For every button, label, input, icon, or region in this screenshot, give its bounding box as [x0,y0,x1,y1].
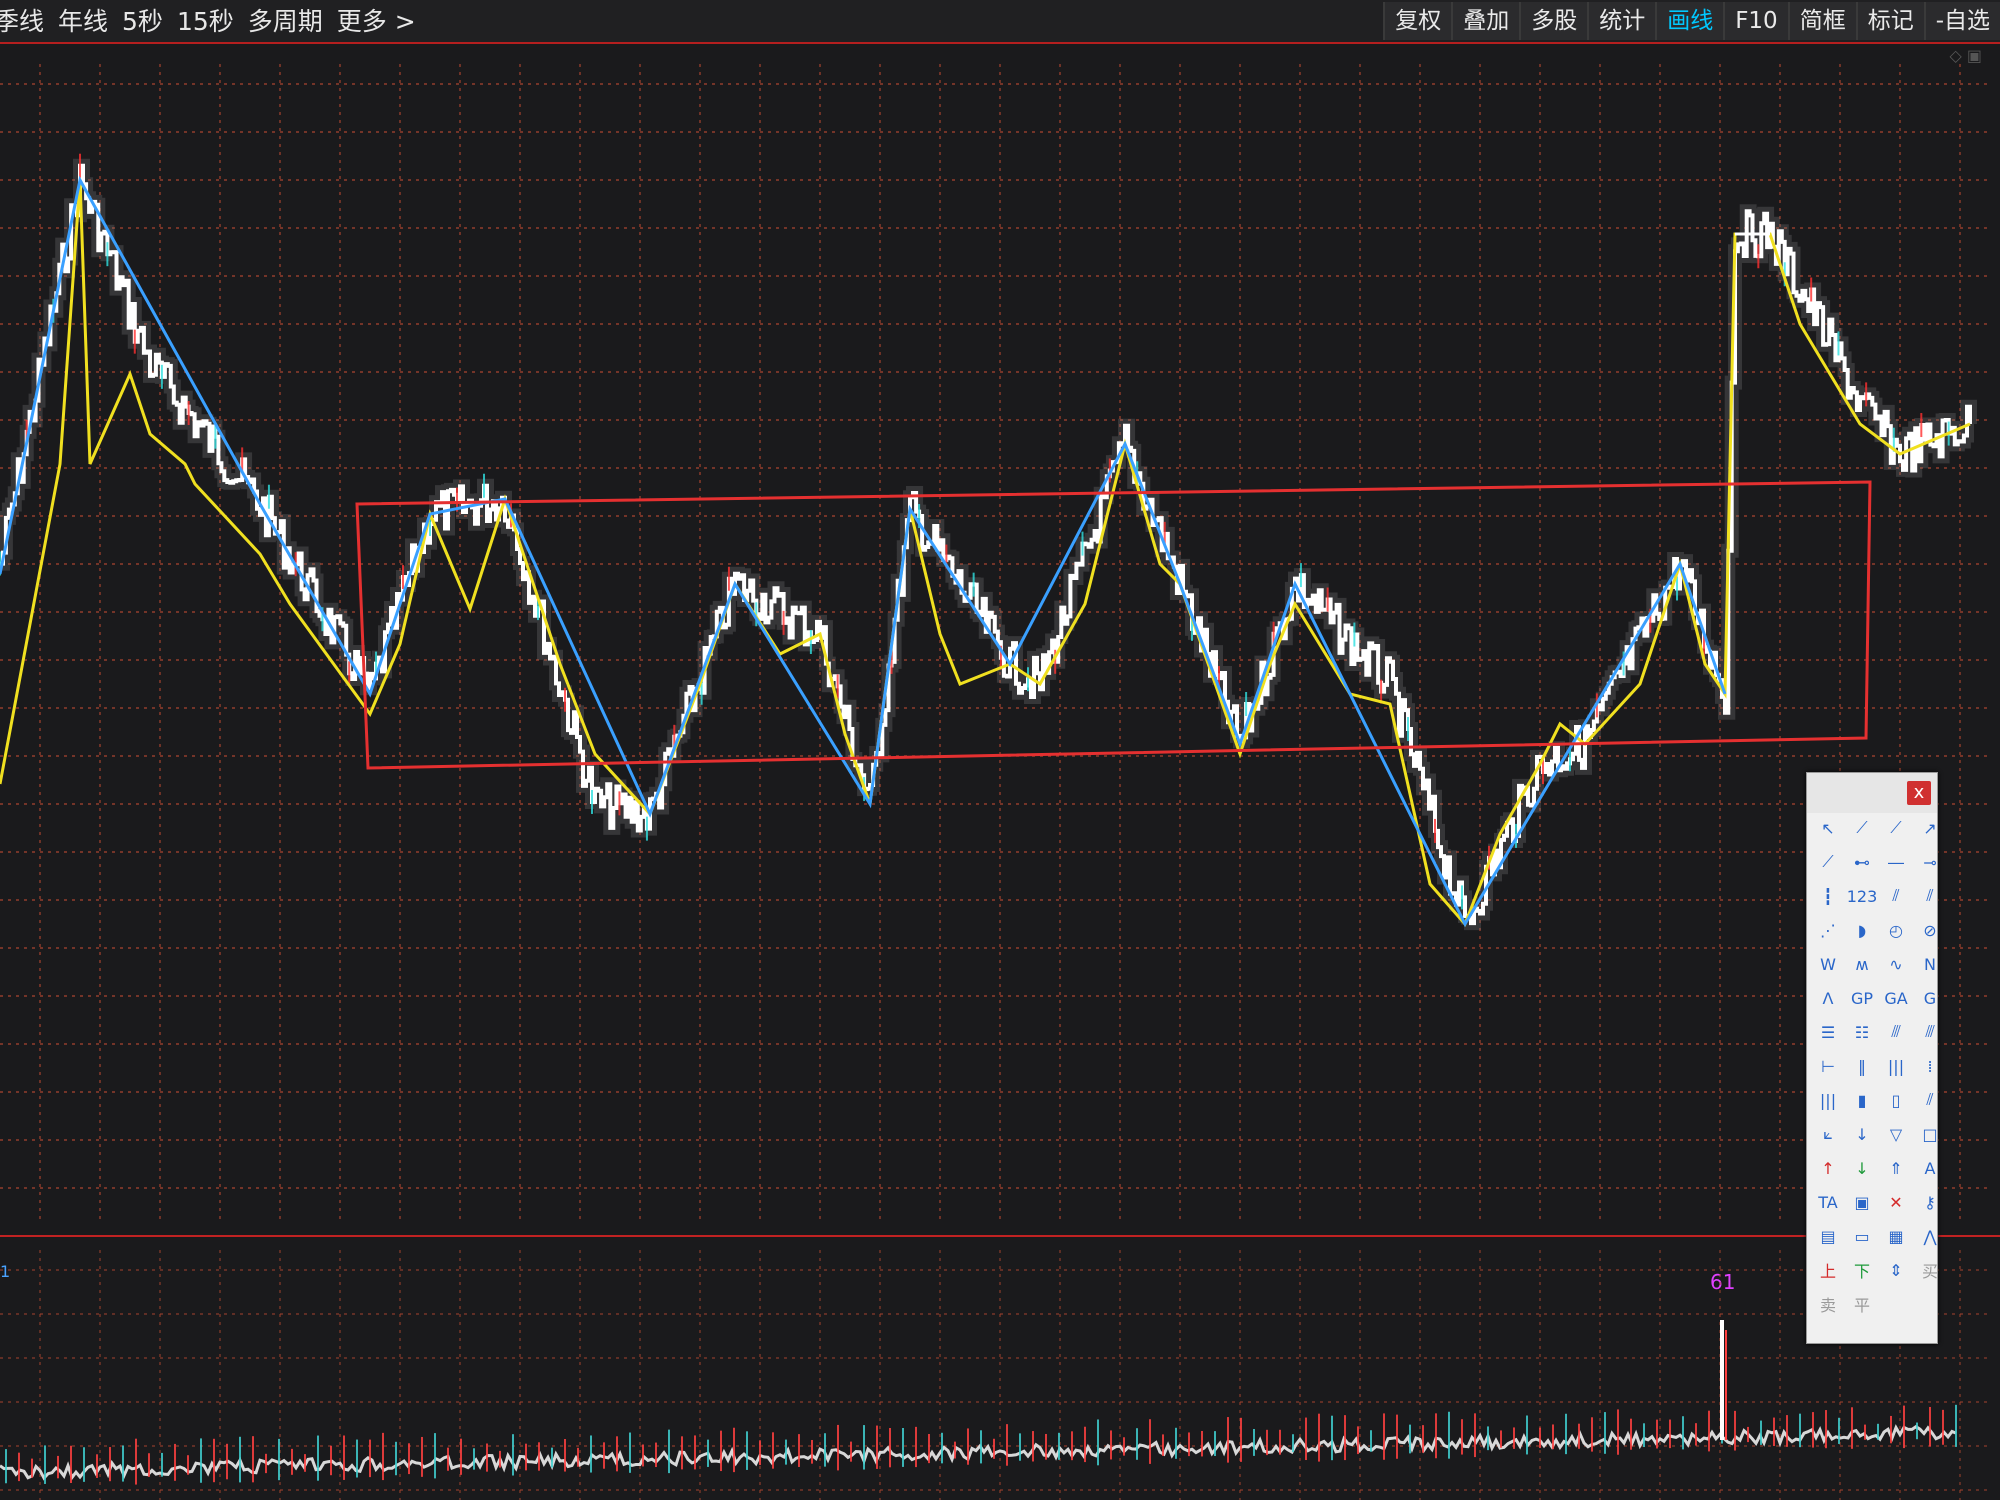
arc-tool[interactable]: ◗ [1847,915,1877,945]
image-tool[interactable]: ▦ [1881,1221,1911,1251]
triangle-tool[interactable]: ▽ [1881,1119,1911,1149]
drawing-tools-grid: ↖ ⟋ ⟋ ↗ ⟋ ⊷ ― ⊸ ┇ 123 ⫽ ⫽ ⋰ ◗ ◴ ⊘ Wʍ ∿ N Λ GP GA G ☰ ☷ ⫻ ⫻ ⊢ ‖ ||| ⁞ ||… [1807,813,1938,1323]
period-tab-more[interactable]: 更多 > [337,6,430,38]
down-label-tool[interactable]: 下 [1847,1255,1877,1285]
range-tool[interactable]: ⊢ [1813,1051,1843,1081]
circle-tool[interactable]: ◴ [1881,915,1911,945]
overlay-button[interactable]: 叠加 [1451,2,1520,40]
arc-line-tool[interactable]: ⋰ [1813,915,1843,945]
wave-a-tool[interactable]: Λ [1813,983,1843,1013]
fib-fan-tool[interactable]: ⫻ [1881,1017,1911,1047]
delete-tool[interactable]: ✕ [1881,1187,1911,1217]
flat-label-tool[interactable]: 平 [1847,1289,1877,1319]
buy-label-tool[interactable]: 买 [1915,1255,1945,1285]
fib-retracement-tool[interactable]: ☰ [1813,1017,1843,1047]
price-line-glow [0,158,1977,931]
gann-fan-tool[interactable]: GP [1847,983,1877,1013]
line-tool[interactable]: ⟋ [1881,813,1911,843]
multi-stock-button[interactable]: 多股 [1519,2,1588,40]
peak-tool[interactable]: ⋀ [1915,1221,1945,1251]
period-tab-quarter[interactable]: 季线 [0,6,58,38]
wave-n-tool[interactable]: N [1915,949,1945,979]
fib-time-tool[interactable]: ||| [1881,1051,1911,1081]
ray-tool[interactable]: ↗ [1915,813,1945,843]
close-icon[interactable]: x [1907,781,1931,805]
period-tab-15s[interactable]: 15秒 [177,6,248,38]
circle-cross-tool[interactable]: ⊘ [1915,915,1945,945]
parallel-channel-tool[interactable]: ⫽ [1915,881,1945,911]
down-arrow-green-tool[interactable]: ↓ [1847,1153,1877,1183]
gann-tool[interactable]: G [1915,983,1945,1013]
up-label-tool[interactable]: 上 [1813,1255,1843,1285]
text-tool[interactable]: A [1915,1153,1945,1183]
volume-line [0,1424,1957,1481]
segment-tool[interactable]: ⟋ [1847,813,1877,843]
ruler-tool[interactable]: ▭ [1847,1221,1877,1251]
period-tab-5s[interactable]: 5秒 [122,6,177,38]
panel-divider [0,1235,2000,1237]
fib-levels-tool[interactable]: ☷ [1847,1017,1877,1047]
mark-button[interactable]: 标记 [1855,2,1924,40]
arrow-marker-tool[interactable]: ⇑ [1881,1153,1911,1183]
gray-bars-tool[interactable]: ▯ [1881,1085,1911,1115]
fib-channel-tool[interactable]: ⫻ [1915,1017,1945,1047]
drawing-tools-panel: x ↖ ⟋ ⟋ ↗ ⟋ ⊷ ― ⊸ ┇ 123 ⫽ ⫽ ⋰ ◗ ◴ ⊘ Wʍ ∿ N Λ GP GA G ☰ ☷ ⫻ ⫻ ⊢ ‖ ||| ⁞… [1806,772,1938,1344]
price-chart[interactable] [0,44,2000,1234]
gann-angle-tool[interactable]: GA [1881,983,1911,1013]
wave-w-tool[interactable]: W [1813,949,1843,979]
angle-fan-tool[interactable]: ⟀ [1813,1119,1843,1149]
text-box-tool[interactable]: TA [1813,1187,1843,1217]
parallel-line-tool[interactable]: ⫽ [1881,881,1911,911]
blue-bars-tool[interactable]: ▮ [1847,1085,1877,1115]
drawing-tools-header: x [1807,773,1937,813]
top-toolbar: 季线 年线 5秒 15秒 多周期 更多 > 复权 叠加 多股 统计 画线 F10… [0,0,2000,44]
fill-tool[interactable]: ▣ [1847,1187,1877,1217]
period-tab-year[interactable]: 年线 [58,6,122,38]
adjust-rights-button[interactable]: 复权 [1383,2,1452,40]
vertical-line-tool[interactable]: ┇ [1813,881,1843,911]
horizontal-line-tool[interactable]: ― [1881,847,1911,877]
speed-line-tool[interactable]: ⫽ [1915,1085,1945,1115]
horizontal-segment-tool[interactable]: ⊷ [1847,847,1877,877]
watchlist-button[interactable]: -自选 [1923,2,2000,40]
up-arrow-red-tool[interactable]: ↑ [1813,1153,1843,1183]
select-tool[interactable]: ↖ [1813,813,1843,843]
wave-m-tool[interactable]: ʍ [1847,949,1877,979]
period-lines-tool[interactable]: ||| [1813,1085,1843,1115]
function-buttons: 复权 叠加 多股 统计 画线 F10 简框 标记 -自选 [1383,2,2000,42]
level-marker-tool[interactable]: ⇕ [1881,1255,1911,1285]
sell-label-tool[interactable]: 卖 [1813,1289,1843,1319]
cycle-lines-tool[interactable]: ‖ [1847,1051,1877,1081]
horizontal-ray-tool[interactable]: ⊸ [1915,847,1945,877]
trend-line-tool[interactable]: ⟋ [1813,847,1843,877]
down-arrow-tool[interactable]: ↓ [1847,1119,1877,1149]
simple-frame-button[interactable]: 简框 [1787,2,1856,40]
period-tab-multi[interactable]: 多周期 [248,6,337,38]
time-cycle-tool[interactable]: ⁞ [1915,1051,1945,1081]
rectangle-tool[interactable]: □ [1915,1119,1945,1149]
period-tabs: 季线 年线 5秒 15秒 多周期 更多 > [0,6,430,38]
draw-line-button[interactable]: 画线 [1655,2,1724,40]
f10-button[interactable]: F10 [1723,2,1788,40]
price-label-tool[interactable]: 123 [1847,881,1878,911]
note-tool[interactable]: ▤ [1813,1221,1843,1251]
volume-indicator-chart[interactable] [0,1250,2000,1500]
lock-tool[interactable]: ⚷ [1915,1187,1945,1217]
statistics-button[interactable]: 统计 [1587,2,1656,40]
wave-line-tool[interactable]: ∿ [1881,949,1911,979]
